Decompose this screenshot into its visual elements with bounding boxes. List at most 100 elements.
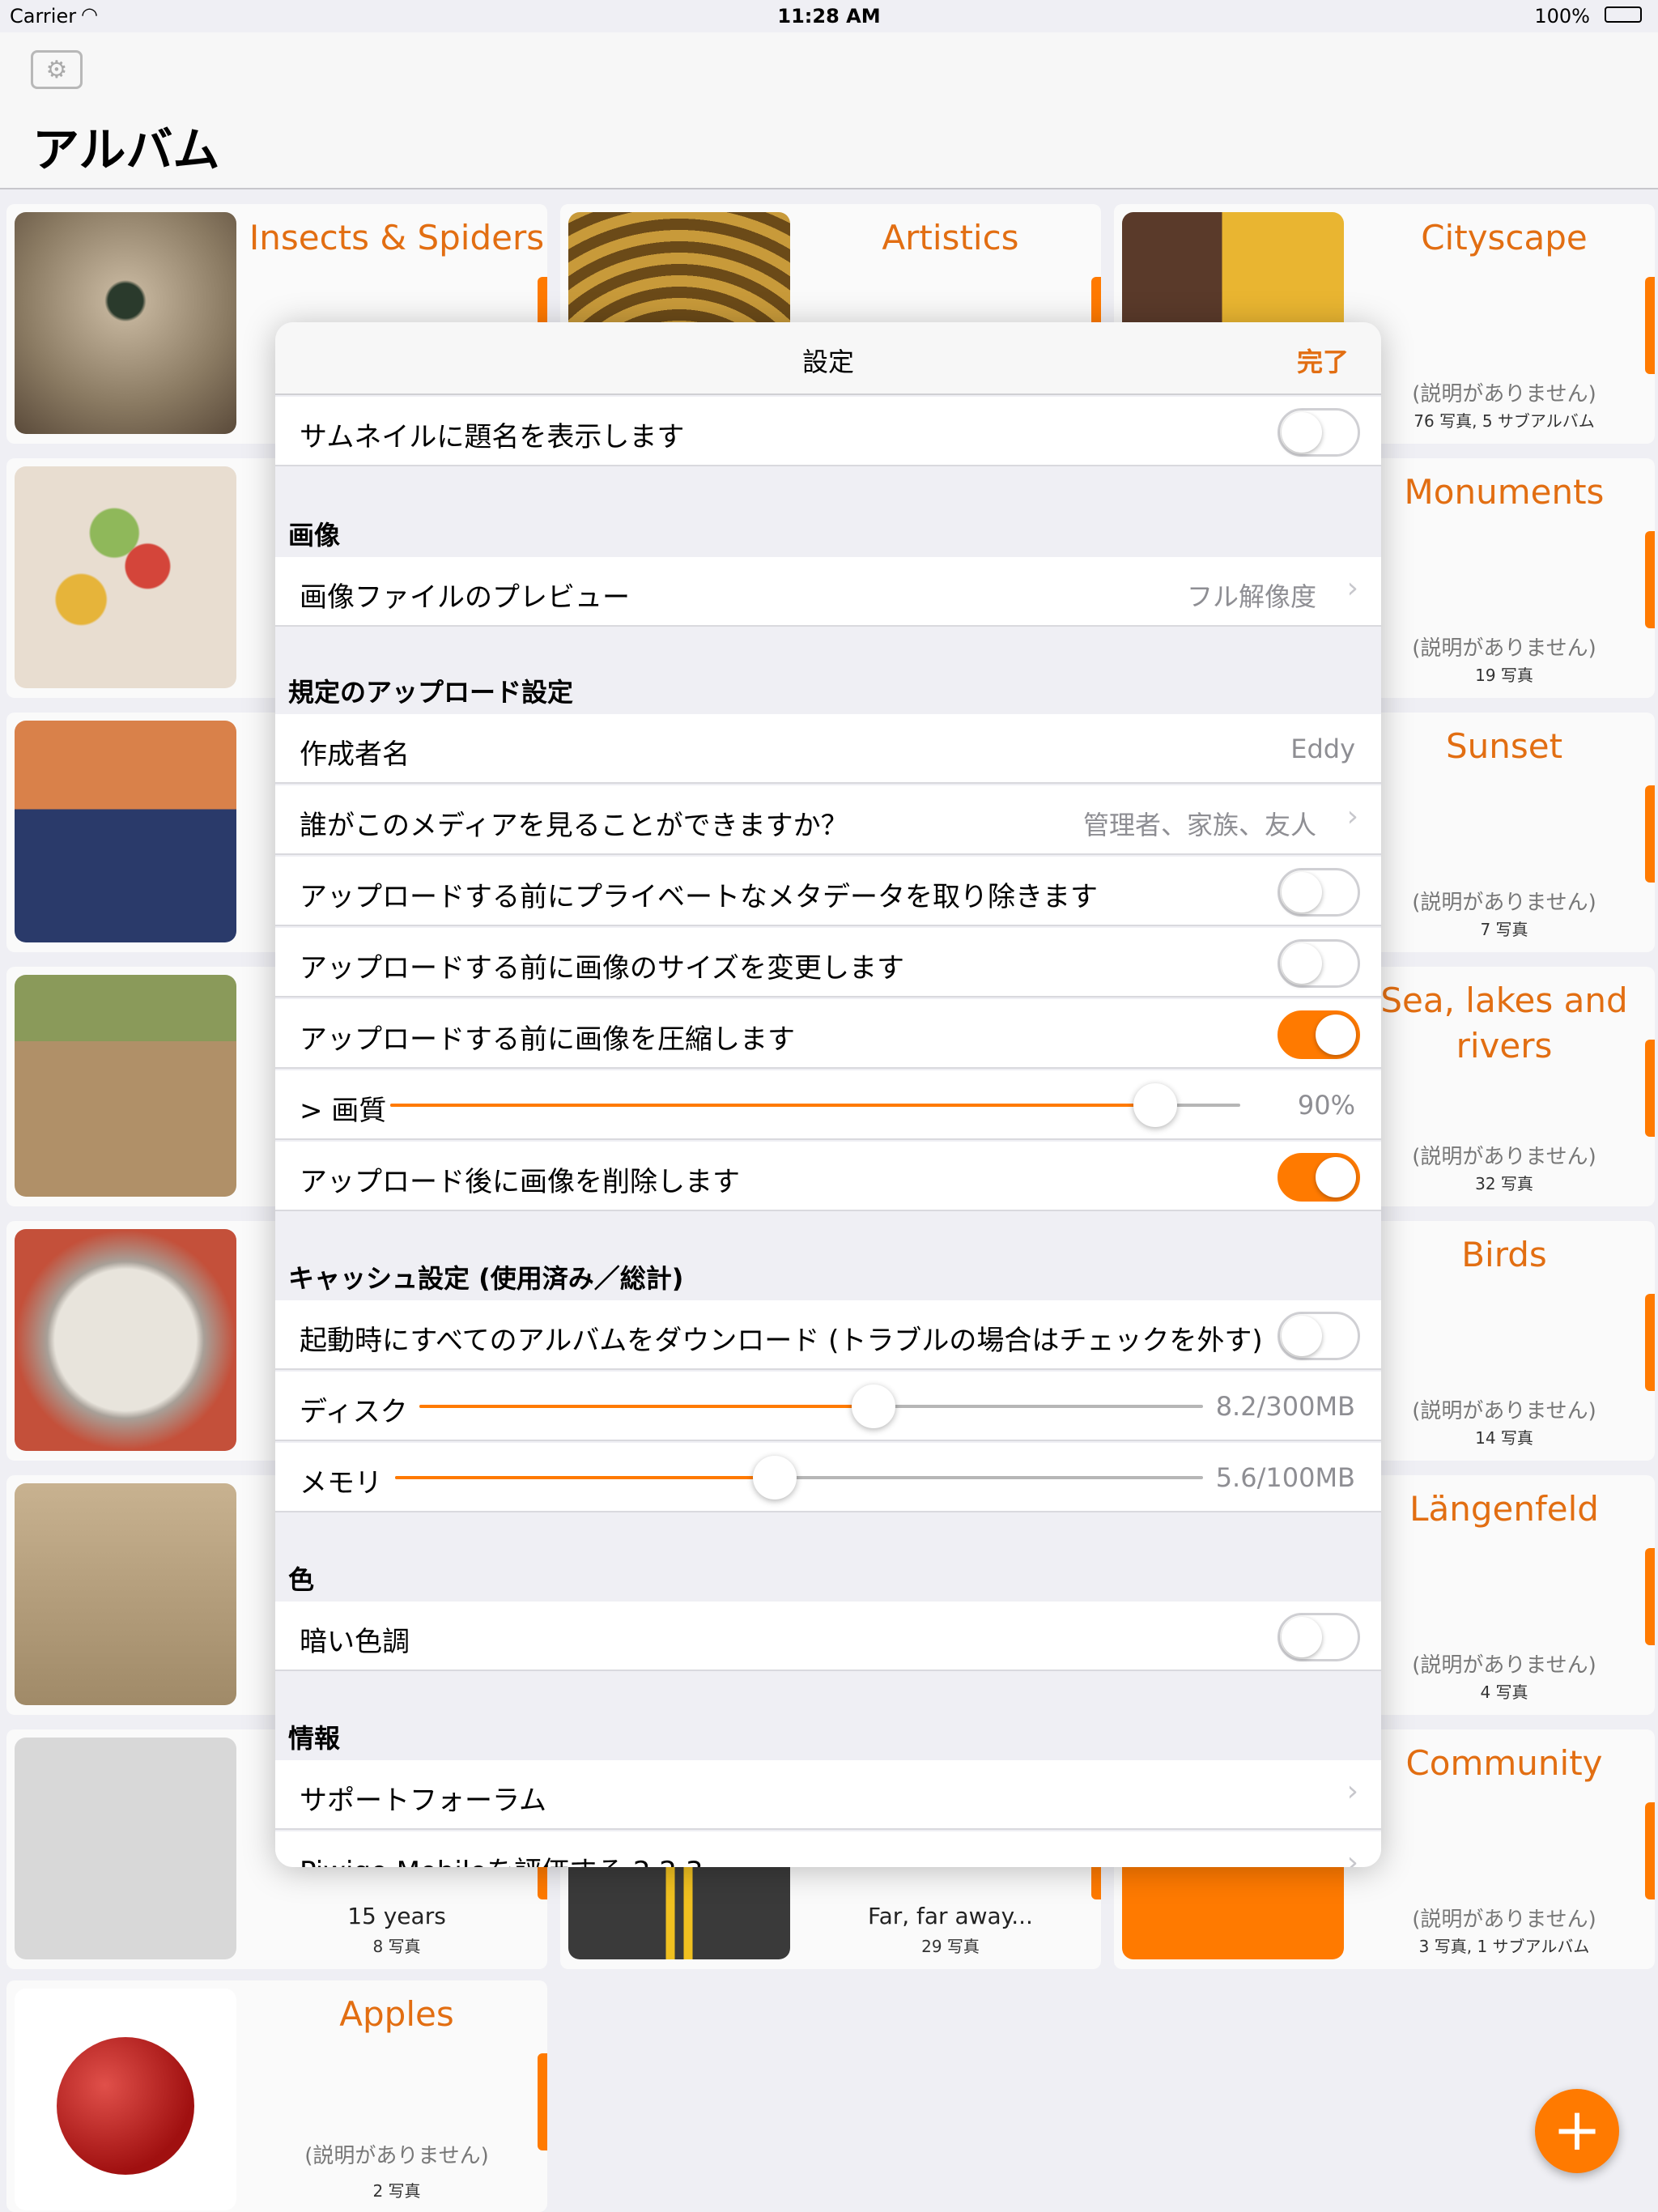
delete-after-label: アップロード後に画像を削除します bbox=[300, 1166, 740, 1198]
album-count: 32 写真 bbox=[1475, 1174, 1533, 1193]
album-tab[interactable] bbox=[1645, 531, 1655, 628]
album-tab[interactable] bbox=[1645, 1548, 1655, 1645]
add-button[interactable]: + bbox=[1535, 2089, 1619, 2173]
memory-label: メモリ bbox=[300, 1467, 382, 1499]
battery-percent: 100% bbox=[1534, 5, 1590, 28]
rate-app-label: Piwigo Mobileを評価する 2.2.3 bbox=[300, 1849, 704, 1867]
page-title: アルバム bbox=[32, 122, 220, 177]
disk-row: ディスク 8.2/300MB bbox=[275, 1372, 1381, 1441]
modal-header: 設定 完了 bbox=[275, 322, 1381, 395]
modal-title: 設定 bbox=[801, 347, 854, 377]
chevron-right-icon: › bbox=[1346, 572, 1358, 605]
rate-app-row[interactable]: Piwigo Mobileを評価する 2.2.3 › bbox=[275, 1831, 1381, 1867]
show-titles-label: サムネイルに題名を表示します bbox=[300, 421, 685, 453]
privacy-row[interactable]: 誰がこのメディアを見ることができますか？ 管理者、家族、友人 › bbox=[275, 785, 1381, 855]
quality-slider-thumb[interactable] bbox=[1133, 1083, 1177, 1127]
color-section-header: 色 bbox=[288, 1564, 315, 1595]
memory-row: メモリ 5.6/100MB bbox=[275, 1443, 1381, 1512]
image-preview-value: フル解像度 bbox=[1186, 581, 1316, 612]
album-tab[interactable] bbox=[1645, 1040, 1655, 1137]
album-description: (説明がありません) bbox=[1412, 1145, 1596, 1169]
settings-button[interactable]: ⚙ bbox=[31, 50, 83, 89]
album-thumbnail bbox=[15, 1483, 236, 1705]
delete-after-switch[interactable] bbox=[1278, 1153, 1360, 1202]
album-thumbnail bbox=[15, 1229, 236, 1451]
chevron-right-icon: › bbox=[1346, 1775, 1358, 1808]
download-all-label: 起動時にすべてのアルバムをダウンロード (トラブルの場合はチェックを外す) bbox=[300, 1325, 1263, 1357]
compress-row: アップロードする前に画像を圧縮します bbox=[275, 999, 1381, 1069]
dark-mode-row: 暗い色調 bbox=[275, 1602, 1381, 1671]
album-title: Sunset bbox=[1445, 726, 1563, 766]
album-tab[interactable] bbox=[1645, 1294, 1655, 1391]
quality-value: 90% bbox=[1297, 1090, 1355, 1121]
album-count: 7 写真 bbox=[1480, 920, 1528, 939]
author-row[interactable]: 作成者名 Eddy bbox=[275, 714, 1381, 784]
strip-metadata-label: アップロードする前にプライベートなメタデータを取り除きます bbox=[300, 881, 1098, 913]
album-title: Monuments bbox=[1404, 472, 1605, 512]
support-forum-row[interactable]: サポートフォーラム › bbox=[275, 1760, 1381, 1830]
album-title: Birds bbox=[1461, 1235, 1547, 1274]
album-tab[interactable] bbox=[538, 2053, 547, 2150]
album-title: Cityscape bbox=[1421, 218, 1588, 257]
album-description: (説明がありません) bbox=[1412, 636, 1596, 661]
plus-icon: + bbox=[1552, 2095, 1602, 2163]
resize-switch[interactable] bbox=[1278, 939, 1360, 988]
album-description: (説明がありません) bbox=[1412, 382, 1596, 406]
album-description: 15 years bbox=[347, 1903, 446, 1929]
album-title: Apples bbox=[339, 1994, 454, 2034]
memory-value: 5.6/100MB bbox=[1215, 1462, 1355, 1493]
compress-switch[interactable] bbox=[1278, 1010, 1360, 1059]
album-thumbnail bbox=[15, 1738, 236, 1959]
apple-image bbox=[57, 2037, 194, 2175]
album-description: (説明がありません) bbox=[1412, 1653, 1596, 1678]
album-thumbnail bbox=[15, 212, 236, 434]
quality-row: > 画質 90% bbox=[275, 1070, 1381, 1140]
album-count: 19 写真 bbox=[1475, 666, 1533, 685]
privacy-label: 誰がこのメディアを見ることができますか？ bbox=[300, 810, 848, 842]
album-description: (説明がありません) bbox=[304, 2144, 489, 2168]
album-title: Insects & Spiders bbox=[249, 218, 545, 257]
compress-label: アップロードする前に画像を圧縮します bbox=[300, 1023, 795, 1056]
disk-slider-thumb[interactable] bbox=[852, 1385, 896, 1428]
album-count: 8 写真 bbox=[372, 1937, 421, 1956]
gear-camera-icon: ⚙ bbox=[45, 55, 68, 84]
memory-slider-thumb[interactable] bbox=[753, 1456, 797, 1499]
memory-slider-fill bbox=[395, 1476, 776, 1479]
download-all-switch[interactable] bbox=[1278, 1312, 1360, 1360]
image-preview-row[interactable]: 画像ファイルのプレビュー フル解像度 › bbox=[275, 557, 1381, 627]
upload-section-header: 規定のアップロード設定 bbox=[288, 677, 574, 708]
strip-metadata-row: アップロードする前にプライベートなメタデータを取り除きます bbox=[275, 857, 1381, 926]
album-card[interactable]: Apples (説明がありません) 2 写真 bbox=[6, 1980, 547, 2212]
navigation-bar: ⚙ アルバム bbox=[0, 32, 1658, 189]
album-count: 29 写真 bbox=[921, 1937, 980, 1956]
dark-mode-switch[interactable] bbox=[1278, 1613, 1360, 1661]
album-count: 4 写真 bbox=[1480, 1682, 1528, 1702]
album-thumbnail bbox=[15, 466, 236, 688]
cache-section-header: キャッシュ設定 (使用済み／総計) bbox=[288, 1263, 684, 1294]
images-section-header: 画像 bbox=[288, 520, 341, 551]
image-preview-label: 画像ファイルのプレビュー bbox=[300, 581, 630, 614]
info-section-header: 情報 bbox=[288, 1723, 341, 1754]
album-tab[interactable] bbox=[1645, 1802, 1655, 1899]
album-title: Community bbox=[1405, 1743, 1603, 1783]
album-thumbnail bbox=[15, 1989, 236, 2210]
album-description: (説明がありません) bbox=[1412, 1399, 1596, 1423]
album-tab[interactable] bbox=[1645, 785, 1655, 883]
quality-label: > 画質 bbox=[300, 1095, 387, 1127]
support-forum-label: サポートフォーラム bbox=[300, 1784, 546, 1817]
settings-modal: 設定 完了 サムネイルに題名を表示します 画像 画像ファイルのプレビュー フル解… bbox=[275, 322, 1381, 1867]
album-description: Far, far away... bbox=[868, 1903, 1033, 1929]
author-label: 作成者名 bbox=[300, 738, 410, 771]
album-thumbnail bbox=[15, 975, 236, 1197]
strip-metadata-switch[interactable] bbox=[1278, 868, 1360, 917]
download-all-row: 起動時にすべてのアルバムをダウンロード (トラブルの場合はチェックを外す) bbox=[275, 1300, 1381, 1370]
done-button[interactable]: 完了 bbox=[1297, 342, 1349, 379]
album-description: (説明がありません) bbox=[1412, 891, 1596, 915]
author-field[interactable]: Eddy bbox=[1290, 734, 1355, 764]
show-titles-switch[interactable] bbox=[1278, 408, 1360, 457]
chevron-right-icon: › bbox=[1346, 800, 1358, 833]
clock: 11:28 AM bbox=[777, 5, 881, 28]
chevron-right-icon: › bbox=[1346, 1846, 1358, 1867]
album-tab[interactable] bbox=[1645, 277, 1655, 374]
quality-slider-fill bbox=[390, 1104, 1155, 1107]
